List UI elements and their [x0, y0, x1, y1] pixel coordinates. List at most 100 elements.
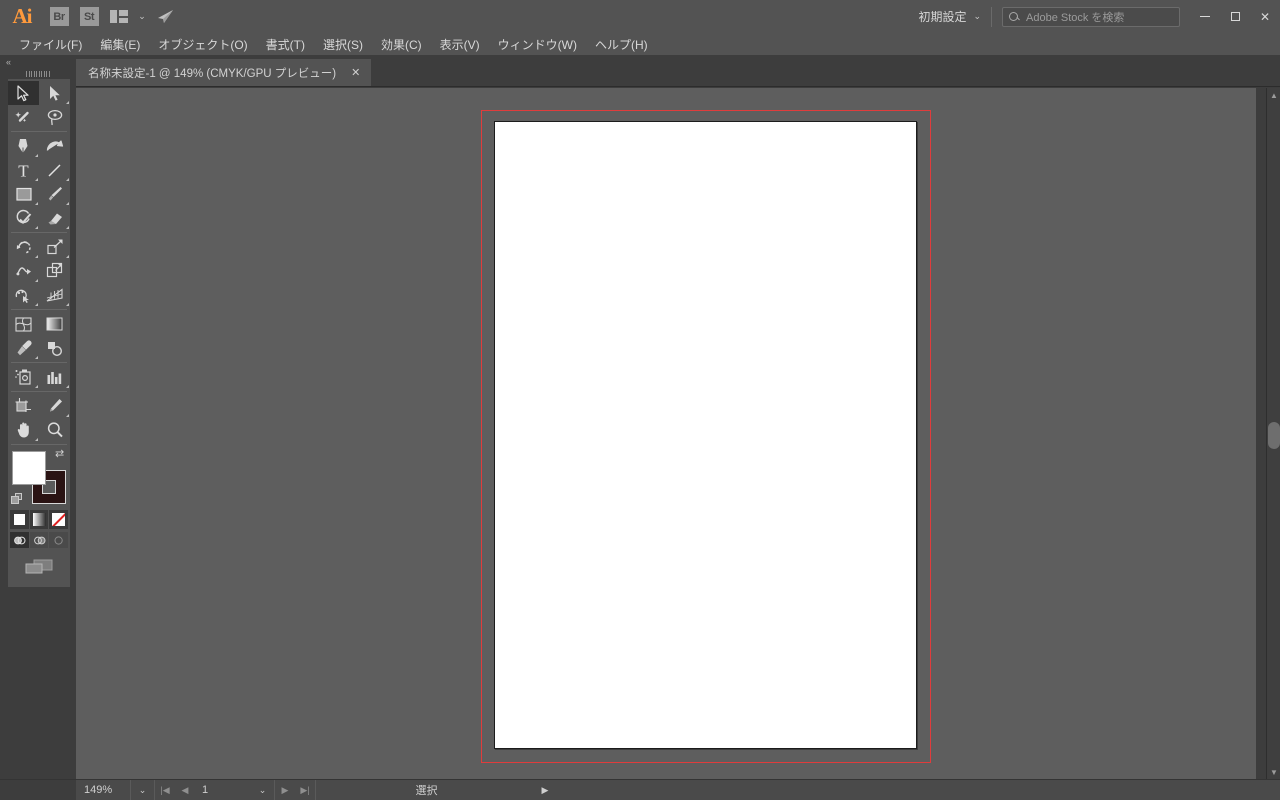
blend-tool[interactable]	[39, 336, 70, 360]
shape-builder-tool[interactable]	[8, 283, 39, 307]
tools-collapse-button[interactable]: «	[0, 55, 76, 69]
zoom-level-input[interactable]: 149%	[76, 779, 131, 800]
tools-separator	[11, 391, 67, 392]
paint-mode-row	[8, 508, 70, 529]
artboard-number-input[interactable]: 1	[195, 780, 251, 800]
line-segment-tool[interactable]	[39, 158, 70, 182]
artboard-chevron-down-icon[interactable]: ⌄	[251, 779, 275, 800]
pen-tool[interactable]	[8, 134, 39, 158]
workspace-selector[interactable]: 初期設定 ⌄	[908, 0, 991, 33]
canvas-area[interactable]	[76, 88, 1256, 779]
menu-object[interactable]: オブジェクト(O)	[149, 33, 256, 55]
workspace-label: 初期設定	[918, 10, 967, 24]
appbar-right-group: 初期設定 ⌄ Adobe Stock を検索 ✕	[908, 0, 1280, 33]
mesh-tool[interactable]	[8, 312, 39, 336]
scroll-down-arrow-icon[interactable]: ▼	[1267, 765, 1280, 779]
illustrator-window: Ai Br St ⌄ 初期設定 ⌄ Adobe Stock を検索 ✕ ファイル…	[0, 0, 1280, 800]
draw-normal-button[interactable]	[10, 532, 29, 548]
menu-help[interactable]: ヘルプ(H)	[586, 33, 657, 55]
flyout-triangle-icon	[34, 201, 38, 205]
lasso-tool[interactable]	[39, 105, 70, 129]
bridge-button[interactable]: Br	[44, 0, 74, 33]
width-tool[interactable]	[8, 259, 39, 283]
maximize-button[interactable]	[1220, 0, 1250, 33]
stock-button[interactable]: St	[74, 0, 104, 33]
vertical-scrollbar[interactable]: ▲ ▼	[1266, 88, 1280, 779]
curvature-tool[interactable]	[39, 134, 70, 158]
flyout-triangle-icon	[65, 413, 69, 417]
status-menu-button[interactable]: ▶	[537, 780, 553, 800]
selection-tool[interactable]	[8, 81, 39, 105]
flyout-triangle-icon	[65, 254, 69, 258]
rotate-tool[interactable]	[8, 235, 39, 259]
stock-icon: St	[79, 7, 99, 26]
home-launch-button[interactable]	[150, 0, 180, 33]
shaper-tool[interactable]	[8, 206, 39, 230]
flyout-triangle-icon	[65, 177, 69, 181]
application-bar: Ai Br St ⌄ 初期設定 ⌄ Adobe Stock を検索 ✕	[0, 0, 1280, 33]
tools-separator	[11, 232, 67, 233]
scroll-up-arrow-icon[interactable]: ▲	[1267, 88, 1280, 102]
arrange-chevron-down-icon[interactable]: ⌄	[134, 0, 150, 33]
first-artboard-button[interactable]: |◀	[155, 780, 175, 800]
menu-window[interactable]: ウィンドウ(W)	[489, 33, 586, 55]
menu-effect[interactable]: 効果(C)	[372, 33, 431, 55]
slice-tool[interactable]	[39, 394, 70, 418]
gradient-mode-button[interactable]	[29, 510, 49, 529]
vertical-scrollbar-thumb[interactable]	[1268, 422, 1280, 449]
eyedropper-tool[interactable]	[8, 336, 39, 360]
menu-type[interactable]: 書式(T)	[257, 33, 314, 55]
flyout-triangle-icon	[34, 153, 38, 157]
next-artboard-button[interactable]: ▶	[275, 780, 295, 800]
minimize-button[interactable]	[1190, 0, 1220, 33]
change-screen-mode-button[interactable]	[24, 558, 54, 581]
menu-edit[interactable]: 編集(E)	[91, 33, 149, 55]
magic-wand-tool[interactable]	[8, 105, 39, 129]
draw-behind-button[interactable]	[29, 532, 49, 548]
rectangle-tool[interactable]	[8, 182, 39, 206]
tools-separator	[11, 362, 67, 363]
previous-artboard-button[interactable]: ◀	[175, 780, 195, 800]
free-transform-tool[interactable]	[39, 259, 70, 283]
tool-row	[8, 336, 70, 360]
workspace-chevron-down-icon: ⌄	[973, 11, 981, 21]
menu-file[interactable]: ファイル(F)	[10, 33, 91, 55]
type-tool[interactable]: T	[8, 158, 39, 182]
close-icon[interactable]: ✕	[348, 66, 363, 79]
appbar-divider	[991, 6, 992, 27]
draw-inside-button[interactable]	[49, 532, 69, 548]
bridge-icon: Br	[49, 7, 69, 26]
tools-drag-handle[interactable]	[0, 69, 76, 79]
default-fill-stroke-icon[interactable]	[11, 493, 24, 506]
menu-select[interactable]: 選択(S)	[314, 33, 372, 55]
color-mode-button[interactable]	[10, 510, 29, 529]
last-artboard-button[interactable]: ▶|	[295, 780, 315, 800]
tool-row	[8, 418, 70, 442]
tools-separator	[11, 444, 67, 445]
tool-row	[8, 81, 70, 105]
menu-view[interactable]: 表示(V)	[431, 33, 489, 55]
document-tab[interactable]: 名称未設定-1 @ 149% (CMYK/GPU プレビュー) ✕	[76, 59, 373, 86]
eraser-tool[interactable]	[39, 206, 70, 230]
stock-search-input[interactable]: Adobe Stock を検索	[1002, 6, 1180, 27]
swap-fill-stroke-icon[interactable]: ⇄	[55, 449, 68, 462]
gradient-tool[interactable]	[39, 312, 70, 336]
arrange-documents-button[interactable]	[104, 0, 134, 33]
zoom-tool[interactable]	[39, 418, 70, 442]
none-mode-button[interactable]	[49, 510, 69, 529]
hand-tool[interactable]	[8, 418, 39, 442]
perspective-grid-tool[interactable]	[39, 283, 70, 307]
flyout-triangle-icon	[65, 225, 69, 229]
artboard[interactable]	[494, 121, 917, 749]
direct-selection-tool[interactable]	[39, 81, 70, 105]
tool-row	[8, 312, 70, 336]
menu-bar: ファイル(F) 編集(E) オブジェクト(O) 書式(T) 選択(S) 効果(C…	[0, 33, 1280, 55]
column-graph-tool[interactable]	[39, 365, 70, 389]
symbol-sprayer-tool[interactable]	[8, 365, 39, 389]
paintbrush-tool[interactable]	[39, 182, 70, 206]
scale-tool[interactable]	[39, 235, 70, 259]
close-button[interactable]: ✕	[1250, 0, 1280, 33]
fill-color-swatch[interactable]	[12, 451, 46, 485]
zoom-chevron-down-icon[interactable]: ⌄	[131, 779, 155, 800]
artboard-tool[interactable]	[8, 394, 39, 418]
